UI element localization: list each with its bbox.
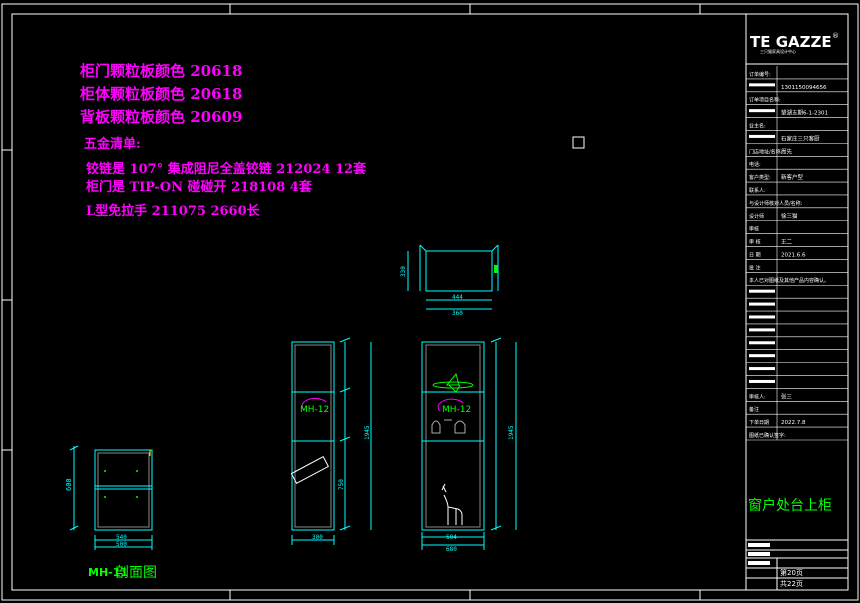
title-row-placeholder-bar bbox=[749, 315, 775, 319]
title-row-placeholder-bar bbox=[749, 328, 775, 332]
dim-mid-width: 300 bbox=[312, 534, 323, 541]
tag-mh12-left: MH-12 bbox=[300, 405, 329, 415]
title-row-value: 石家庄三只客厨 bbox=[781, 134, 820, 142]
vase-pair-decor bbox=[431, 419, 466, 434]
title-row-value: 2021.6.6 bbox=[781, 252, 806, 258]
title-row-label: 本人已对图纸及其他产品内容确认。 bbox=[749, 277, 829, 284]
dim-right-width: 504 bbox=[446, 534, 457, 541]
dim-mid-segment: 750 bbox=[338, 479, 345, 490]
title-row-placeholder-bar bbox=[749, 289, 775, 293]
title-row-value: 徐三猫 bbox=[781, 212, 798, 220]
brand-subtitle: 三只猫家具设计中心 bbox=[760, 48, 796, 54]
title-row-placeholder-bar bbox=[749, 134, 775, 138]
title-row-label: 客户类型: bbox=[749, 174, 771, 181]
dim-section-width-inner: 500 bbox=[116, 541, 127, 548]
title-row-label: 设计师 bbox=[749, 213, 764, 220]
deer-sculpture-decor bbox=[441, 483, 463, 525]
dim-top-width-inner: 360 bbox=[452, 310, 463, 317]
title-row-label: 审核 bbox=[749, 226, 759, 233]
note-body-color: 柜体颗粒板颜色 20618 bbox=[79, 85, 242, 103]
title-block: TE GAZZE ® 三只猫家具设计中心 订单编号:1301150094656订… bbox=[745, 13, 849, 591]
dim-section-width: 540 bbox=[116, 534, 127, 541]
title-row-label: 业主名: bbox=[749, 122, 766, 129]
cad-drawing-sheet: 柜门颗粒板颜色 20618 柜体颗粒板颜色 20618 背板颗粒板颜色 2060… bbox=[1, 3, 859, 601]
title-row-label: 日 期 bbox=[749, 252, 761, 258]
dim-section-height: 600 bbox=[65, 478, 73, 491]
title-row-label: 订单项目名称: bbox=[749, 97, 781, 104]
title-row-label: 审核人: bbox=[749, 393, 766, 400]
title-row-value: 1301150094656 bbox=[781, 85, 827, 91]
section-label: 剖面图 bbox=[115, 565, 157, 581]
material-notes: 柜门颗粒板颜色 20618 柜体颗粒板颜色 20618 背板颗粒板颜色 2060… bbox=[79, 62, 367, 219]
title-row-label: 订单编号: bbox=[749, 71, 771, 78]
note-hinge: 铰链是 107° 集成阻尼全盖铰链 212024 12套 bbox=[86, 161, 367, 177]
title-row-placeholder-bar bbox=[749, 367, 775, 371]
airplane-model-decor bbox=[432, 372, 474, 393]
dim-mid-height: 1945 bbox=[364, 425, 371, 440]
title-row-placeholder-bar bbox=[749, 83, 775, 87]
tag-mh12-right: MH-12 bbox=[442, 405, 471, 415]
title-row-placeholder-bar bbox=[749, 109, 775, 113]
title-row-label: 备注 bbox=[749, 406, 759, 413]
note-door-color: 柜门颗粒板颜色 20618 bbox=[79, 62, 242, 80]
drawing-title: 窗户处台上柜 bbox=[748, 497, 832, 514]
title-row-label: 与设计师核对人员/名称: bbox=[749, 200, 803, 207]
title-row-value: 2022.7.8 bbox=[781, 420, 806, 426]
title-row-label: 下单日期 bbox=[749, 419, 769, 426]
section-view bbox=[69, 445, 153, 550]
title-row-label: 图纸已确认签字: bbox=[749, 432, 786, 439]
note-back-color: 背板颗粒板颜色 20609 bbox=[80, 108, 242, 126]
small-square-marker bbox=[572, 136, 585, 149]
title-row-label: 门店地址/名称: bbox=[749, 148, 783, 155]
dim-right-height: 1945 bbox=[508, 425, 515, 440]
middle-elevation bbox=[290, 337, 372, 545]
sheet-total: 共22页 bbox=[780, 579, 803, 588]
note-door-tipon: 柜门是 TIP-ON 碰碰开 218108 4套 bbox=[85, 179, 313, 195]
title-row-label: 批 注 bbox=[749, 264, 761, 271]
note-handle: L型免拉手 211075 2660长 bbox=[86, 203, 261, 219]
title-block-rows: 订单编号: 1301150094656订单项目名称:望湖五期6-1-2301 业主名… bbox=[746, 66, 848, 441]
dim-top-height: 330 bbox=[400, 266, 407, 277]
right-elevation bbox=[421, 337, 517, 550]
title-row-value: 望湖五期6-1-2301 bbox=[781, 109, 828, 117]
title-row-placeholder-bar bbox=[749, 354, 775, 358]
brand-registered-mark: ® bbox=[832, 32, 839, 40]
title-row-value: 新客户型 bbox=[781, 173, 804, 181]
title-row-value: 周先 bbox=[781, 147, 793, 155]
title-row-label: 联系人: bbox=[749, 187, 766, 194]
title-row-placeholder-bar bbox=[749, 302, 775, 306]
hardware-heading: 五金清单: bbox=[84, 136, 141, 152]
title-row-label: 电话: bbox=[749, 161, 761, 168]
mh12-tag-right: MH-12 bbox=[437, 398, 471, 415]
sheet-number: 第20页 bbox=[780, 568, 803, 577]
dim-right-width-outer: 680 bbox=[446, 546, 457, 553]
title-row-placeholder-bar bbox=[749, 379, 775, 383]
title-row-label: 审 核 bbox=[749, 239, 761, 246]
title-row-value: 张三 bbox=[781, 392, 793, 400]
title-row-value: 王二 bbox=[781, 239, 793, 246]
mh12-tag-left: MH-12 bbox=[300, 397, 329, 415]
dim-top-width: 444 bbox=[452, 294, 463, 301]
title-row-placeholder-bar bbox=[749, 341, 775, 345]
